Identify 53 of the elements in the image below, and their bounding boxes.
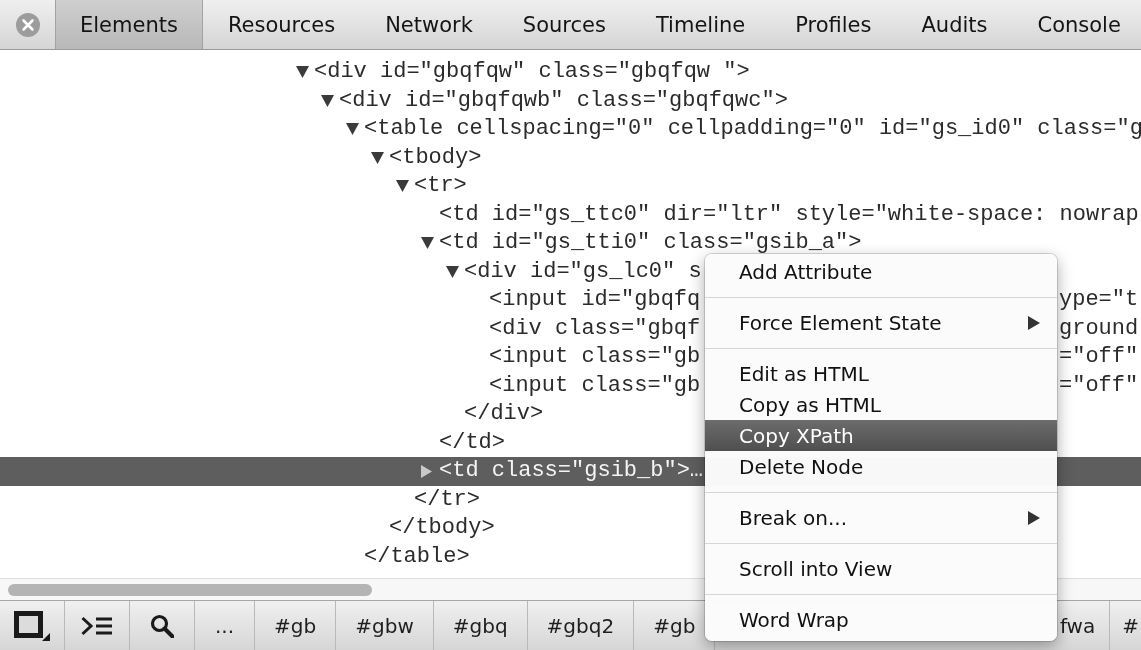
code-text: <tr> (414, 175, 467, 198)
breadcrumb[interactable]: #gbq2 (527, 601, 635, 650)
menu-item[interactable]: Copy XPath (705, 420, 1057, 451)
close-icon (15, 12, 40, 37)
expanded-triangle-icon[interactable] (346, 123, 359, 136)
search-icon (150, 613, 174, 638)
code-text: <input id="gbqfq (489, 289, 701, 312)
breadcrumb[interactable]: fwa (1059, 601, 1111, 650)
breadcrumb[interactable]: #gbq (433, 601, 528, 650)
code-text: </div> (464, 403, 544, 426)
code-text: </tbody> (389, 517, 495, 540)
console-icon (81, 615, 113, 636)
menu-item[interactable]: Add Attribute (705, 256, 1057, 287)
breadcrumb[interactable]: ... (195, 601, 256, 650)
code-text: <div id="gbqfqw" class="gbqfqw "> (314, 61, 750, 84)
code-text: </tr> (414, 488, 480, 511)
panel-tab[interactable]: Console (1012, 0, 1141, 49)
expanded-triangle-icon[interactable] (371, 151, 384, 164)
expanded-triangle-icon[interactable] (421, 237, 434, 250)
code-text: <td class="gsib_b">… (439, 460, 704, 483)
code-text: <table cellspacing="0" cellpadding="0" id="gs_id0" class="g (364, 118, 1141, 141)
code-text: <td id="gs_tti0" class="gsib_a"> (439, 232, 862, 255)
close-button[interactable] (14, 11, 41, 38)
breadcrumb[interactable]: #gb (255, 601, 337, 650)
code-text: </td> (439, 431, 505, 454)
panel-tab[interactable]: Audits (896, 0, 1013, 49)
panel-tab[interactable]: Profiles (770, 0, 897, 49)
expanded-triangle-icon[interactable] (296, 66, 309, 79)
code-text: <div id="gbqfqwb" class="gbqfqwc"> (339, 89, 788, 112)
panel-tab[interactable]: Resources (202, 0, 361, 49)
code-text: ="off" (1059, 346, 1140, 369)
code-text: <tbody> (389, 146, 482, 169)
panel-tab[interactable]: Network (360, 0, 498, 49)
breadcrumb[interactable]: # (1110, 601, 1141, 650)
code-text: <input class="gb (489, 374, 701, 397)
code-text: ="off" (1059, 374, 1140, 397)
scrollbar-thumb[interactable] (8, 583, 372, 596)
expanded-triangle-icon[interactable] (321, 94, 334, 107)
code-text: ype="t (1059, 289, 1140, 312)
panel-tab[interactable]: Timeline (630, 0, 771, 49)
expanded-triangle-icon[interactable] (396, 180, 409, 193)
panel-tab[interactable]: Elements (55, 0, 203, 49)
breadcrumb[interactable]: #gbw (336, 601, 434, 650)
dock-icon (14, 610, 50, 641)
expanded-triangle-icon[interactable] (446, 265, 459, 278)
collapsed-triangle-icon[interactable] (421, 464, 432, 478)
code-text: <td id="gs_ttc0" dir="ltr" style="white-space: nowrap (439, 203, 1139, 226)
code-text: ground (1059, 317, 1140, 340)
code-text: <input class="gb (489, 346, 701, 369)
code-text: <div class="gbqf (489, 317, 701, 340)
code-text: <div id="gs_lc0" s (464, 260, 702, 283)
code-text: </table> (364, 545, 470, 568)
panel-tab[interactable]: Sources (497, 0, 631, 49)
